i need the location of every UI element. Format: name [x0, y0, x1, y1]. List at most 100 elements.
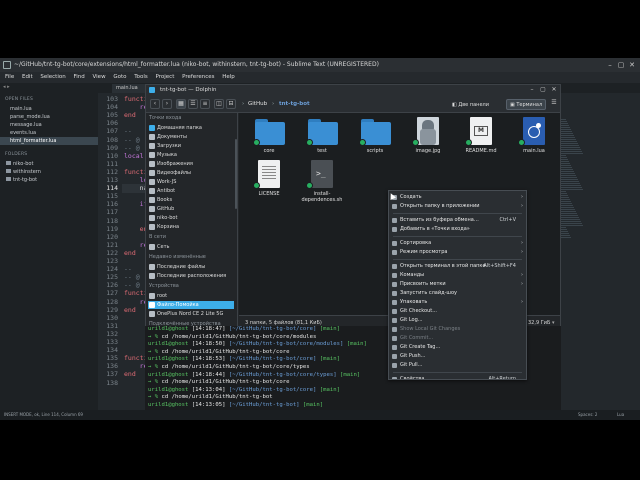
- terminal-path: [~/GitHub/tnt-tg-bot/core/types]: [228, 371, 340, 378]
- preview-icon[interactable]: ◫: [214, 99, 224, 109]
- minimize-icon[interactable]: –: [606, 61, 614, 69]
- terminal-branch: [main]: [319, 386, 340, 393]
- context-menu-item[interactable]: Упаковать ›: [389, 298, 526, 307]
- file-item-folder[interactable]: core: [249, 117, 289, 165]
- place-home[interactable]: Домашняя папка: [148, 124, 234, 132]
- context-menu-item[interactable]: Команды ›: [389, 271, 526, 280]
- maximize-icon[interactable]: ▢: [617, 61, 625, 69]
- context-menu-item[interactable]: Присвоить метки ›: [389, 280, 526, 289]
- open-file-item[interactable]: events.lua: [0, 129, 98, 137]
- place-music[interactable]: Музыка: [148, 151, 234, 159]
- file-item-script[interactable]: >_ install-dependences.sh: [302, 160, 342, 208]
- place-videos[interactable]: Видеофайлы: [148, 169, 234, 177]
- tab-main-lua[interactable]: main.lua: [112, 84, 146, 93]
- device-root[interactable]: root: [148, 292, 234, 300]
- place-pictures[interactable]: Изображения: [148, 160, 234, 168]
- context-menu-item[interactable]: Git Create Tag...: [389, 343, 526, 352]
- open-files-heading: OPEN FILES: [5, 97, 34, 102]
- menu-preferences[interactable]: Preferences: [182, 72, 214, 83]
- place-recent-files[interactable]: Последние файлы: [148, 263, 234, 271]
- device-selected[interactable]: Файло-Помойка: [148, 301, 234, 309]
- place-downloads[interactable]: Загрузки: [148, 142, 234, 150]
- sublime-sidebar: OPEN FILES main.lua parse_mode.lua messa…: [0, 93, 98, 410]
- context-menu-item[interactable]: Git Log...: [389, 316, 526, 325]
- place-work-js[interactable]: Work-JS: [148, 178, 234, 186]
- minimap[interactable]: [560, 118, 586, 298]
- context-menu-item[interactable]: Git Pull...: [389, 361, 526, 370]
- place-label: Последние файлы: [157, 264, 206, 270]
- code-line: --: [124, 265, 132, 274]
- places-scrollbar[interactable]: [235, 139, 237, 209]
- context-menu-item[interactable]: Git Checkout...: [389, 307, 526, 316]
- open-file-item[interactable]: message.lua: [0, 121, 98, 129]
- menu-file[interactable]: File: [5, 72, 14, 83]
- place-label: Изображения: [157, 161, 193, 167]
- terminal-time: [14:18:50]: [191, 341, 229, 348]
- forward-icon[interactable]: ›: [162, 99, 172, 109]
- split-view-button[interactable]: ◧ Две панели: [448, 99, 493, 110]
- text-file-icon: [258, 160, 280, 188]
- menu-tools[interactable]: Tools: [134, 72, 148, 83]
- git-clean-icon: [306, 182, 313, 189]
- context-menu-item[interactable]: Вставить из буфера обмена… Ctrl+V: [389, 216, 526, 225]
- back-icon[interactable]: ‹: [150, 99, 160, 109]
- place-network[interactable]: Сеть: [148, 243, 234, 251]
- compact-view-icon[interactable]: ☰: [188, 99, 198, 109]
- line-number: 110: [106, 151, 118, 160]
- file-item-image[interactable]: image.jpg: [408, 117, 448, 165]
- close-icon[interactable]: ✕: [550, 86, 558, 94]
- context-menu-item[interactable]: Создать ›: [389, 193, 526, 202]
- menu-selection[interactable]: Selection: [40, 72, 65, 83]
- place-niko-bot[interactable]: niko-bot: [148, 214, 234, 222]
- open-file-item[interactable]: main.lua: [0, 105, 98, 113]
- folder-icon: [6, 161, 11, 165]
- menu-edit[interactable]: Edit: [22, 72, 33, 83]
- context-menu-item[interactable]: Свойства Alt+Return: [389, 375, 526, 379]
- minimize-icon[interactable]: –: [528, 86, 536, 94]
- folder-item[interactable]: tnt-tg-bot: [0, 176, 98, 184]
- menu-view[interactable]: View: [93, 72, 106, 83]
- file-item-text[interactable]: LICENSE: [249, 160, 289, 208]
- menu-find[interactable]: Find: [73, 72, 84, 83]
- hamburger-menu-icon[interactable]: ☰: [549, 99, 559, 109]
- view-mode-icon[interactable]: ⊟: [226, 99, 236, 109]
- file-item-folder[interactable]: scripts: [355, 117, 395, 165]
- context-menu-item[interactable]: Режим просмотра ›: [389, 248, 526, 257]
- menu-help[interactable]: Help: [222, 72, 235, 83]
- place-antibot[interactable]: Antibot: [148, 187, 234, 195]
- open-file-item-active[interactable]: html_formatter.lua: [0, 137, 98, 145]
- maximize-icon[interactable]: ▢: [539, 86, 547, 94]
- close-icon[interactable]: ✕: [628, 61, 636, 69]
- place-books[interactable]: Books: [148, 196, 234, 204]
- status-spaces[interactable]: Spaces: 2: [578, 410, 597, 420]
- menu-goto[interactable]: Goto: [113, 72, 126, 83]
- breadcrumb-current[interactable]: tnt-tg-bot: [279, 101, 310, 107]
- context-menu-item[interactable]: Добавить в «Точки входа»: [389, 225, 526, 234]
- terminal-toggle-button[interactable]: ▣ Терминал: [506, 99, 547, 110]
- context-menu-item[interactable]: Сортировка ›: [389, 239, 526, 248]
- details-view-icon[interactable]: ≡: [200, 99, 210, 109]
- place-trash[interactable]: Корзина: [148, 223, 234, 231]
- icons-view-icon[interactable]: ▦: [176, 99, 186, 109]
- place-github[interactable]: GitHub: [148, 205, 234, 213]
- menu-separator: [393, 213, 522, 214]
- context-menu-item[interactable]: Открыть терминал в этой папке Alt+Shift+F…: [389, 262, 526, 271]
- context-menu-item[interactable]: Git Push...: [389, 352, 526, 361]
- breadcrumb-github[interactable]: GitHub: [248, 101, 267, 107]
- device-phone[interactable]: OnePlus Nord CE 2 Lite 5G: [148, 310, 234, 318]
- tab-scroll-left-icon[interactable]: ◂ ▸: [3, 84, 10, 90]
- status-language[interactable]: Lua: [617, 410, 624, 420]
- file-item-markdown[interactable]: M README.md: [461, 117, 501, 165]
- context-menu-item[interactable]: Открыть папку в приложении ›: [389, 202, 526, 211]
- context-menu: Создать › Открыть папку в приложении › Встав…: [388, 190, 527, 380]
- open-file-item[interactable]: parse_mode.lua: [0, 113, 98, 121]
- file-item-lua[interactable]: main.lua: [514, 117, 554, 165]
- file-item-folder[interactable]: test: [302, 117, 342, 165]
- folder-item[interactable]: niko-bot: [0, 160, 98, 168]
- place-recent-locations[interactable]: Последние расположения: [148, 272, 234, 280]
- context-menu-item[interactable]: Запустить слайд-шоу: [389, 289, 526, 298]
- place-documents[interactable]: Документы: [148, 133, 234, 141]
- menu-project[interactable]: Project: [156, 72, 175, 83]
- folder-item[interactable]: withinstern: [0, 168, 98, 176]
- sublime-title-bar: ~/GitHub/tnt-tg-bot/core/extensions/html…: [0, 58, 640, 72]
